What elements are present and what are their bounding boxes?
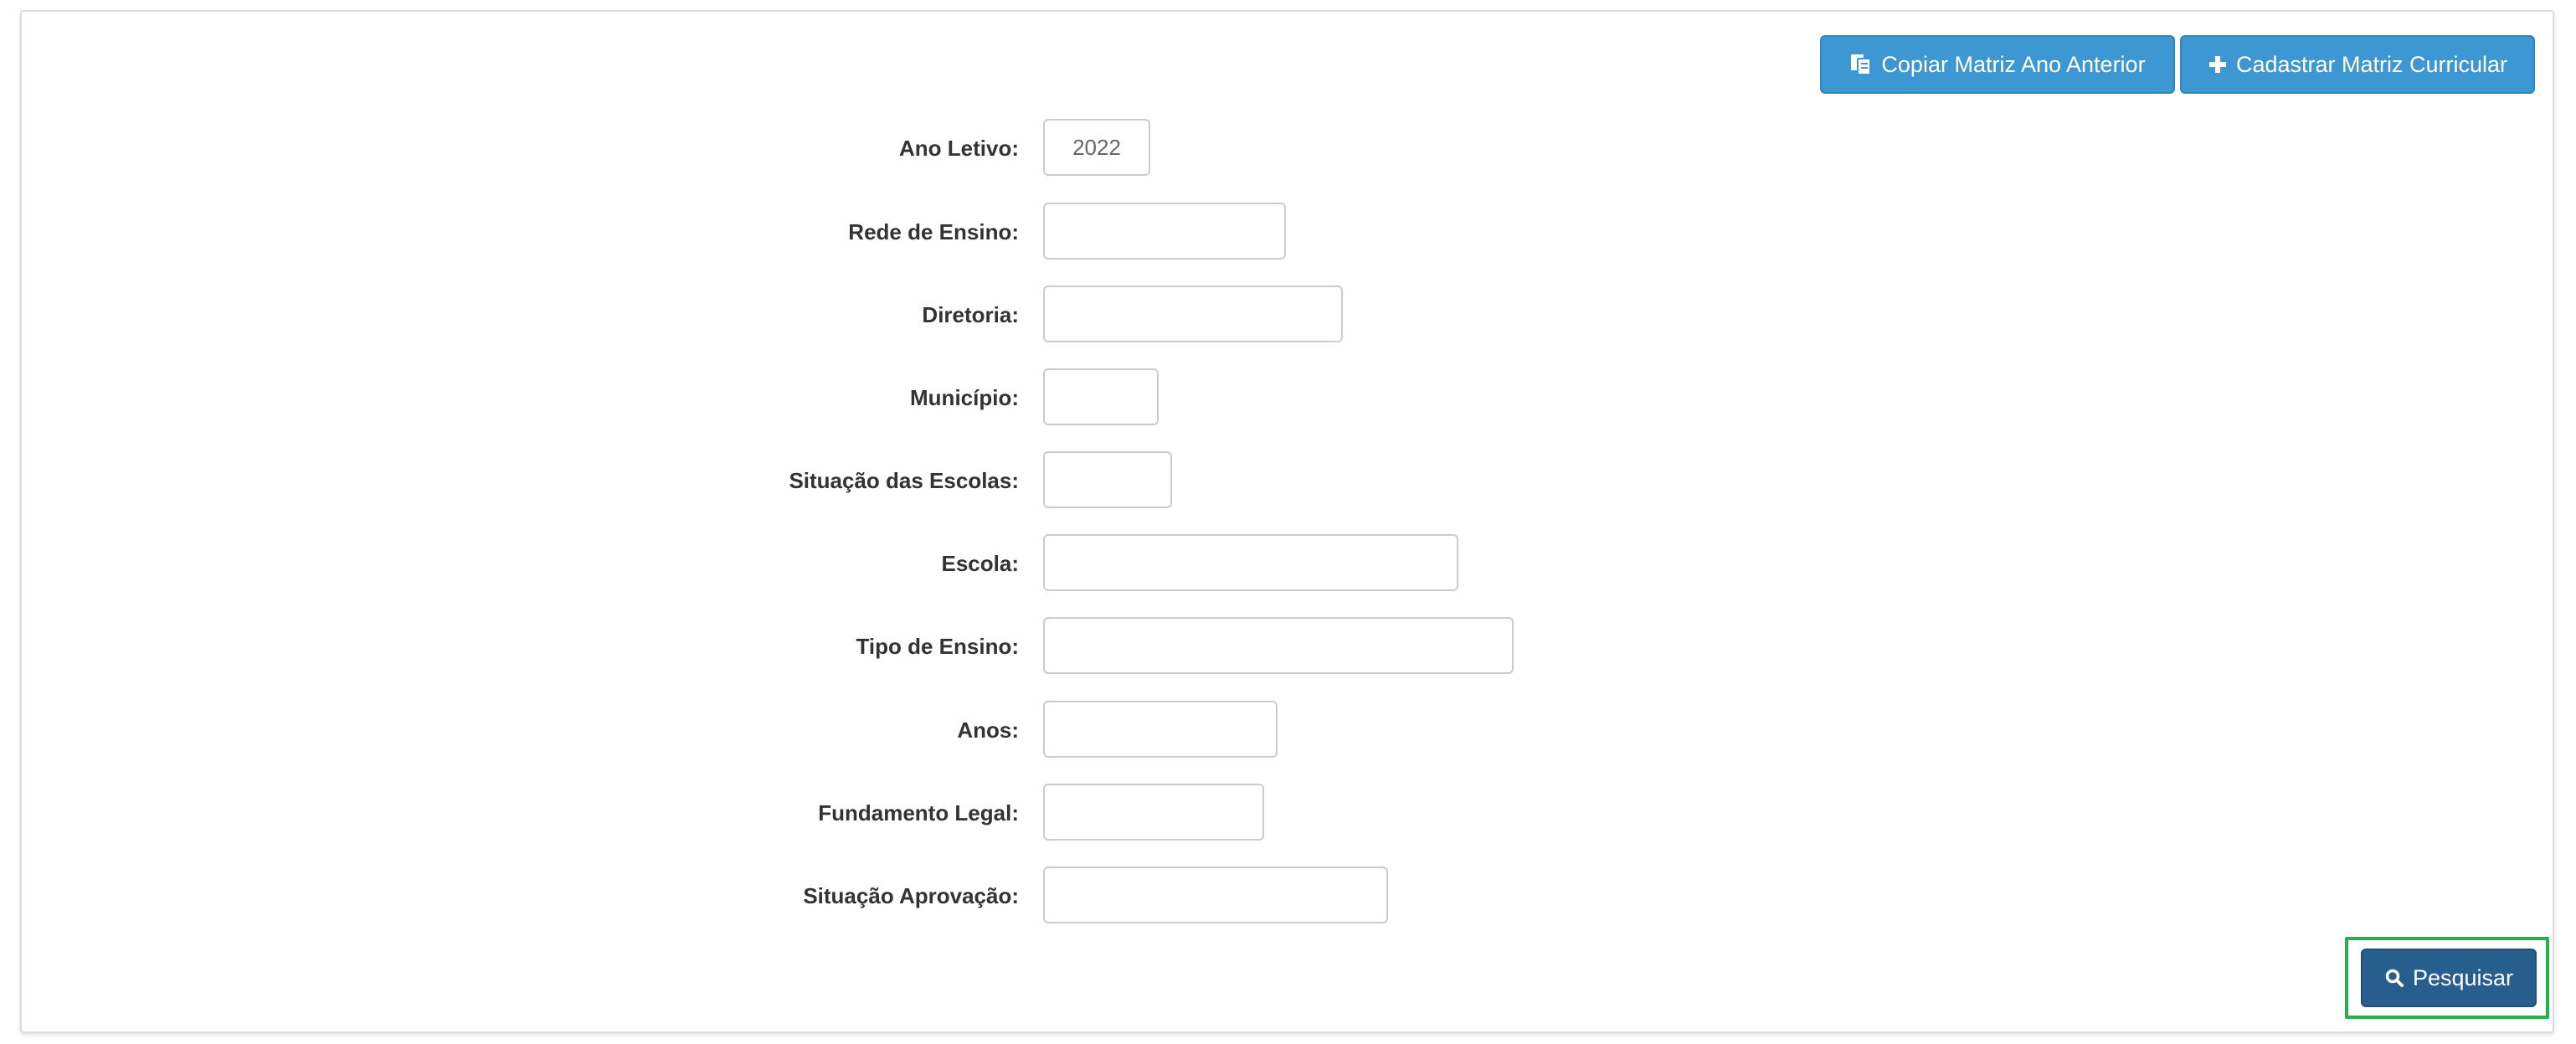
situacao-das-escolas-field[interactable] <box>1043 451 1172 508</box>
copy-icon <box>1849 53 1873 76</box>
situacao-aprovacao-label: Situação Aprovação: <box>803 883 1019 908</box>
municipio-label: Município: <box>910 385 1019 410</box>
situacao-das-escolas-label: Situação das Escolas: <box>789 468 1019 493</box>
register-curricular-matrix-button[interactable]: Cadastrar Matriz Curricular <box>2180 35 2535 94</box>
plus-icon <box>2208 54 2228 75</box>
copy-previous-year-matrix-button[interactable]: Copiar Matriz Ano Anterior <box>1820 35 2175 94</box>
diretoria-field[interactable] <box>1043 285 1343 342</box>
rede-de-ensino-label: Rede de Ensino: <box>848 219 1019 244</box>
fundamento-legal-label: Fundamento Legal: <box>818 800 1019 825</box>
copy-button-label: Copiar Matriz Ano Anterior <box>1881 51 2146 77</box>
ano-letivo-field[interactable] <box>1043 119 1150 176</box>
diretoria-label: Diretoria: <box>922 302 1019 327</box>
escola-label: Escola: <box>941 551 1020 576</box>
anos-label: Anos: <box>957 717 1019 743</box>
ano-letivo-label: Ano Letivo: <box>899 136 1019 161</box>
escola-field[interactable] <box>1043 534 1458 591</box>
anos-field[interactable] <box>1043 701 1278 758</box>
fundamento-legal-field[interactable] <box>1043 784 1264 841</box>
tipo-de-ensino-label: Tipo de Ensino: <box>856 634 1019 659</box>
search-button-label: Pesquisar <box>2412 964 2514 990</box>
search-button[interactable]: Pesquisar <box>2361 949 2537 1007</box>
tipo-de-ensino-field[interactable] <box>1043 617 1514 674</box>
situacao-aprovacao-field[interactable] <box>1043 867 1388 923</box>
add-button-label: Cadastrar Matriz Curricular <box>2235 51 2508 77</box>
municipio-field[interactable] <box>1043 368 1159 425</box>
rede-de-ensino-field[interactable] <box>1043 203 1286 260</box>
search-icon <box>2384 968 2404 988</box>
